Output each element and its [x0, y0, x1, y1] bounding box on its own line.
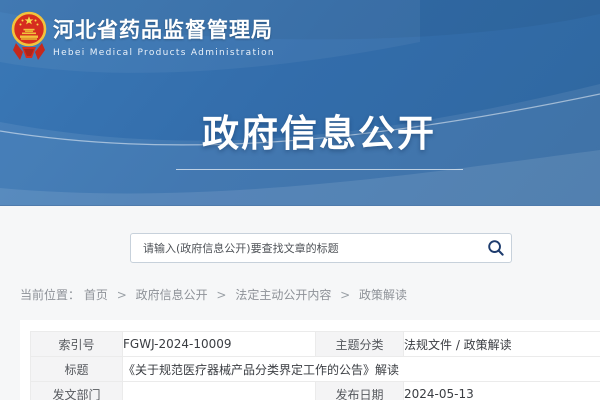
breadcrumb-item-home[interactable]: 首页: [84, 288, 108, 302]
issuing-department-value: [123, 382, 316, 400]
topic-category-value: 法规文件 / 政策解读: [404, 332, 600, 357]
breadcrumb-item-statutory-content[interactable]: 法定主动公开内容: [235, 288, 331, 302]
index-number-label: 索引号: [31, 332, 123, 357]
banner-title: 政府信息公开: [19, 103, 600, 157]
banner-title-underline: [176, 169, 463, 170]
search-button[interactable]: [481, 234, 511, 262]
search-box: [130, 233, 512, 263]
page-header-banner: 河北省药品监督管理局 Hebei Medical Products Admini…: [0, 0, 600, 206]
breadcrumb-label: 当前位置：: [20, 288, 80, 302]
table-row: 发文部门 发布日期 2024-05-13: [31, 382, 600, 400]
breadcrumb-separator: >: [117, 288, 127, 302]
document-card: 索引号 FGWJ-2024-10009 主题分类 法规文件 / 政策解读 标题 …: [20, 320, 600, 400]
table-row: 索引号 FGWJ-2024-10009 主题分类 法规文件 / 政策解读: [31, 332, 600, 357]
title-value: 《关于规范医疗器械产品分类界定工作的公告》解读: [123, 357, 600, 382]
publish-date-value: 2024-05-13: [404, 382, 600, 400]
breadcrumb-separator: >: [340, 288, 350, 302]
search-input[interactable]: [131, 234, 481, 262]
topic-category-label: 主题分类: [316, 332, 404, 357]
national-emblem-icon: [11, 9, 47, 61]
document-meta-table: 索引号 FGWJ-2024-10009 主题分类 法规文件 / 政策解读 标题 …: [30, 331, 600, 400]
org-name-cn: 河北省药品监督管理局: [53, 14, 275, 44]
title-label: 标题: [31, 357, 123, 382]
breadcrumb-item-info-disclosure[interactable]: 政府信息公开: [136, 288, 208, 302]
table-row: 标题 《关于规范医疗器械产品分类界定工作的公告》解读: [31, 357, 600, 382]
org-name-en: Hebei Medical Products Administration: [53, 48, 275, 58]
page: 河北省药品监督管理局 Hebei Medical Products Admini…: [0, 0, 600, 400]
breadcrumb-item-policy-interpretation: 政策解读: [359, 288, 407, 302]
search-icon: [487, 239, 505, 257]
issuing-department-label: 发文部门: [31, 382, 123, 400]
site-brand: 河北省药品监督管理局 Hebei Medical Products Admini…: [11, 9, 275, 61]
breadcrumb: 当前位置： 首页 > 政府信息公开 > 法定主动公开内容 > 政策解读: [20, 286, 407, 303]
index-number-value: FGWJ-2024-10009: [123, 332, 316, 357]
publish-date-label: 发布日期: [316, 382, 404, 400]
breadcrumb-separator: >: [216, 288, 226, 302]
